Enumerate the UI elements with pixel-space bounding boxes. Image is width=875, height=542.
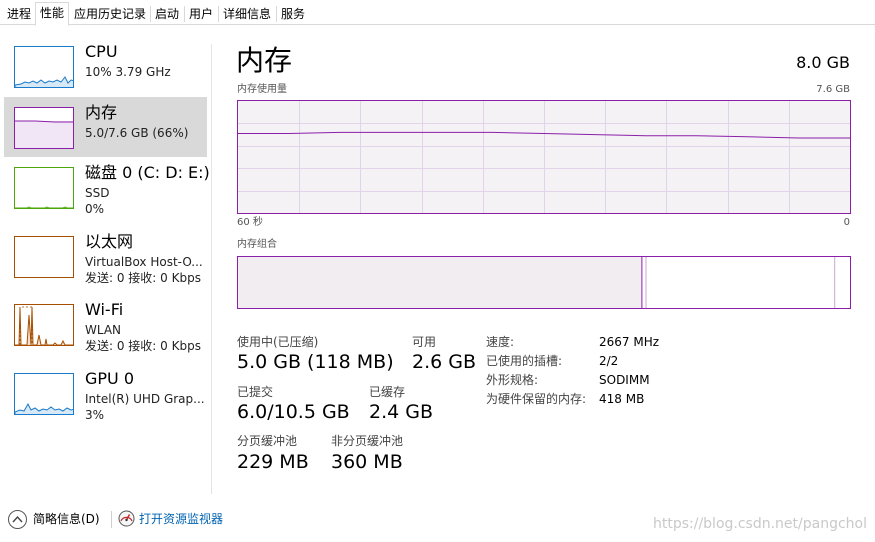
form-factor-value: SODIMM [599,373,650,387]
composition-label: 内存组合 [237,239,277,250]
committed-value: 6.0/10.5 GB [237,401,350,423]
paged-pool-value: 229 MB [237,451,309,473]
page-title: 内存 [236,44,293,77]
cached-label: 已缓存 [369,385,406,399]
sidebar-divider [211,44,212,494]
resource-monitor-icon[interactable] [118,510,135,527]
tab-startup[interactable]: 启动 [150,3,184,25]
sidebar-item-title: Wi-Fi [85,300,124,319]
sidebar-item-title: 内存 [85,103,118,122]
sidebar-item-subtitle: 10% 3.79 GHz [85,65,171,79]
sidebar-item-subtitle: Intel(R) UHD Grap... [85,392,205,406]
cached-value: 2.4 GB [369,401,434,423]
available-value: 2.6 GB [412,351,477,373]
sidebar-item-title: 以太网 [85,232,134,251]
in-use-value: 5.0 GB (118 MB) [237,351,394,373]
sidebar-item-wifi[interactable]: Wi-Fi WLAN 发送: 0 接收: 0 Kbps [4,294,207,354]
footer-separator [111,511,112,528]
sidebar-item-gpu[interactable]: GPU 0 Intel(R) UHD Grap... 3% [4,363,207,423]
memory-thumbnail-graph [14,107,74,149]
wifi-thumbnail-graph [14,304,74,346]
slots-used-label: 已使用的插槽: [486,354,563,368]
usage-graph-label: 内存使用量 [237,84,287,95]
memory-usage-graph [237,100,851,214]
disk-thumbnail-graph [14,167,74,209]
usage-graph-max: 7.6 GB [816,84,850,95]
cpu-thumbnail-graph [14,46,74,88]
sidebar-item-detail: 发送: 0 接收: 0 Kbps [85,271,201,285]
sidebar-item-title: CPU [85,42,118,61]
in-use-segment [238,257,642,308]
sidebar-item-subtitle: 5.0/7.6 GB (66%) [85,126,189,140]
sidebar-item-subtitle: VirtualBox Host-O... [85,255,203,269]
nonpaged-pool-label: 非分页缓冲池 [331,434,404,448]
open-resource-monitor-link[interactable]: 打开资源监视器 [139,512,223,526]
time-axis-right: 0 [843,217,850,228]
tab-services[interactable]: 服务 [276,3,310,25]
speed-value: 2667 MHz [599,335,660,349]
tab-processes[interactable]: 进程 [2,3,36,25]
tab-bar: 进程 性能 应用历史记录 启动 用户 详细信息 服务 [0,0,875,26]
sidebar-item-subtitle: SSD [85,186,110,200]
footer: 简略信息(D) 打开资源监视器 https://blog.csdn.net/pa… [0,500,875,542]
sidebar-item-title: GPU 0 [85,369,135,388]
memory-composition-plot [238,257,836,308]
paged-pool-label: 分页缓冲池 [237,434,298,448]
sidebar-item-disk[interactable]: 磁盘 0 (C: D: E:) SSD 0% [4,157,210,217]
time-axis-left: 60 秒 [237,217,263,228]
hardware-reserved-label: 为硬件保留的内存: [486,392,587,406]
sidebar-item-subtitle: WLAN [85,323,122,337]
gpu-thumbnail-graph [14,373,74,415]
memory-composition-bar [237,256,851,309]
slots-used-value: 2/2 [599,354,619,368]
nonpaged-pool-value: 360 MB [331,451,403,473]
tab-performance[interactable]: 性能 [35,2,70,26]
form-factor-label: 外形规格: [486,373,539,387]
sidebar-item-title: 磁盘 0 (C: D: E:) [85,163,210,182]
in-use-label: 使用中(已压缩) [237,335,319,349]
fewer-details-button[interactable]: 简略信息(D) [33,512,100,526]
speed-label: 速度: [486,335,515,349]
chevron-up-icon[interactable] [8,510,27,529]
hardware-reserved-value: 418 MB [599,392,645,406]
committed-label: 已提交 [237,385,274,399]
sidebar-item-memory[interactable]: 内存 5.0/7.6 GB (66%) [4,97,207,157]
tab-users[interactable]: 用户 [184,3,218,25]
tab-details[interactable]: 详细信息 [218,3,276,25]
sidebar-item-detail: 0% [85,202,105,216]
sidebar-item-cpu[interactable]: CPU 10% 3.79 GHz [4,36,207,96]
sidebar-item-detail: 发送: 0 接收: 0 Kbps [85,339,201,353]
tab-app-history[interactable]: 应用历史记录 [69,3,151,25]
memory-usage-plot [238,101,850,213]
ethernet-thumbnail-graph [14,236,74,278]
resource-sidebar: CPU 10% 3.79 GHz 内存 5.0/7.6 GB (66%) 磁盘 … [0,36,212,456]
available-label: 可用 [412,335,437,349]
sidebar-item-detail: 3% [85,408,105,422]
watermark: https://blog.csdn.net/pangchol [652,516,867,532]
memory-total: 8.0 GB [796,53,850,72]
sidebar-item-ethernet[interactable]: 以太网 VirtualBox Host-O... 发送: 0 接收: 0 Kbp… [4,226,207,286]
